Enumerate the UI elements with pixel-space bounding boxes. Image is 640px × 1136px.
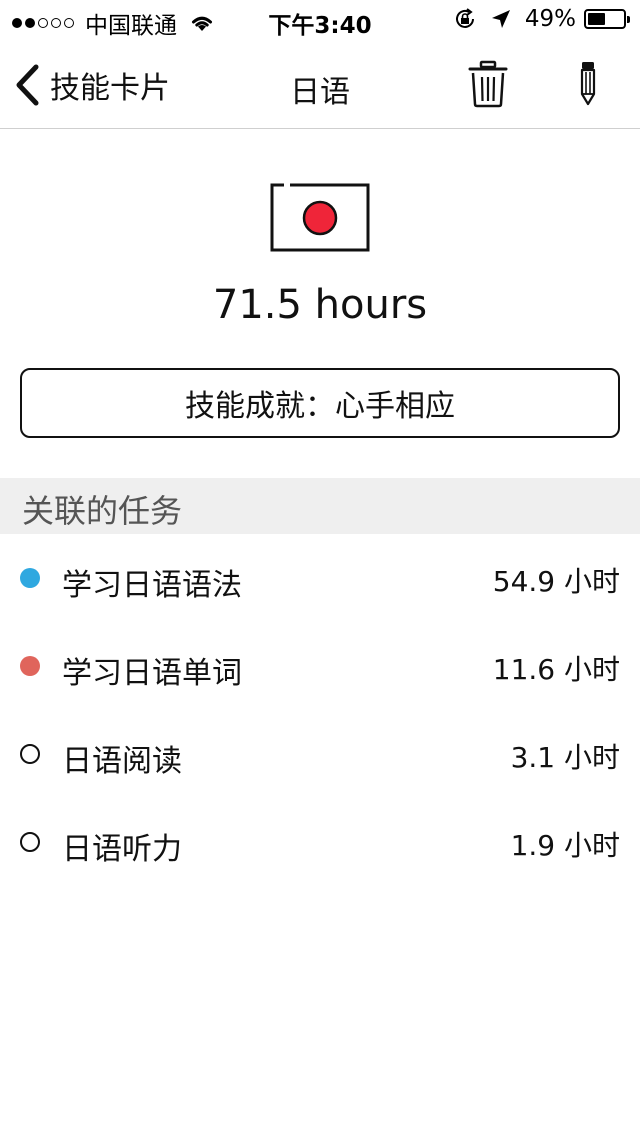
task-row[interactable]: 学习日语单词 11.6 小时 [0, 622, 640, 710]
task-name: 日语听力 [62, 832, 182, 867]
task-name: 学习日语单词 [62, 656, 242, 691]
section-title: 关联的任务 [22, 492, 183, 530]
battery-icon [584, 9, 630, 29]
navigation-bar: 技能卡片 日语 [0, 40, 640, 129]
page-title: 日语 [290, 75, 350, 110]
nav-title-wrap: 日语 [0, 67, 640, 111]
battery-percent: 49% [524, 6, 576, 32]
flag-circle [302, 200, 338, 236]
task-color-dot [20, 832, 40, 852]
trash-icon [468, 60, 508, 108]
task-name: 学习日语语法 [62, 568, 242, 603]
task-color-dot [20, 744, 40, 764]
battery-nub [627, 16, 630, 23]
location-icon [491, 10, 510, 28]
status-right: 49% [453, 6, 630, 32]
status-bar: 中国联通 下午3:40 49% [0, 0, 640, 40]
task-color-dot [20, 656, 40, 676]
task-color-dot [20, 568, 40, 588]
task-hours: 11.6 小时 [492, 653, 620, 686]
section-header-related-tasks: 关联的任务 [0, 478, 640, 534]
task-name: 日语阅读 [62, 744, 182, 779]
task-list: 学习日语语法 54.9 小时 学习日语单词 11.6 小时 日语阅读 3.1 小… [0, 534, 640, 886]
task-hours: 3.1 小时 [510, 741, 620, 774]
skill-total-hours: 71.5 hours [212, 282, 428, 328]
skill-achievement-label: 技能成就：心手相应 [185, 389, 455, 424]
task-hours: 54.9 小时 [492, 565, 620, 598]
edit-button[interactable] [572, 60, 604, 108]
skill-achievement-button[interactable]: 技能成就：心手相应 [20, 368, 620, 438]
task-row[interactable]: 日语阅读 3.1 小时 [0, 710, 640, 798]
task-row[interactable]: 日语听力 1.9 小时 [0, 798, 640, 886]
task-hours: 1.9 小时 [510, 829, 620, 862]
pencil-icon [580, 62, 596, 106]
rotation-lock-icon [455, 8, 474, 28]
delete-button[interactable] [466, 60, 510, 108]
task-row[interactable]: 学习日语语法 54.9 小时 [0, 534, 640, 622]
japan-flag-icon [270, 183, 370, 253]
battery-fill [588, 13, 605, 25]
